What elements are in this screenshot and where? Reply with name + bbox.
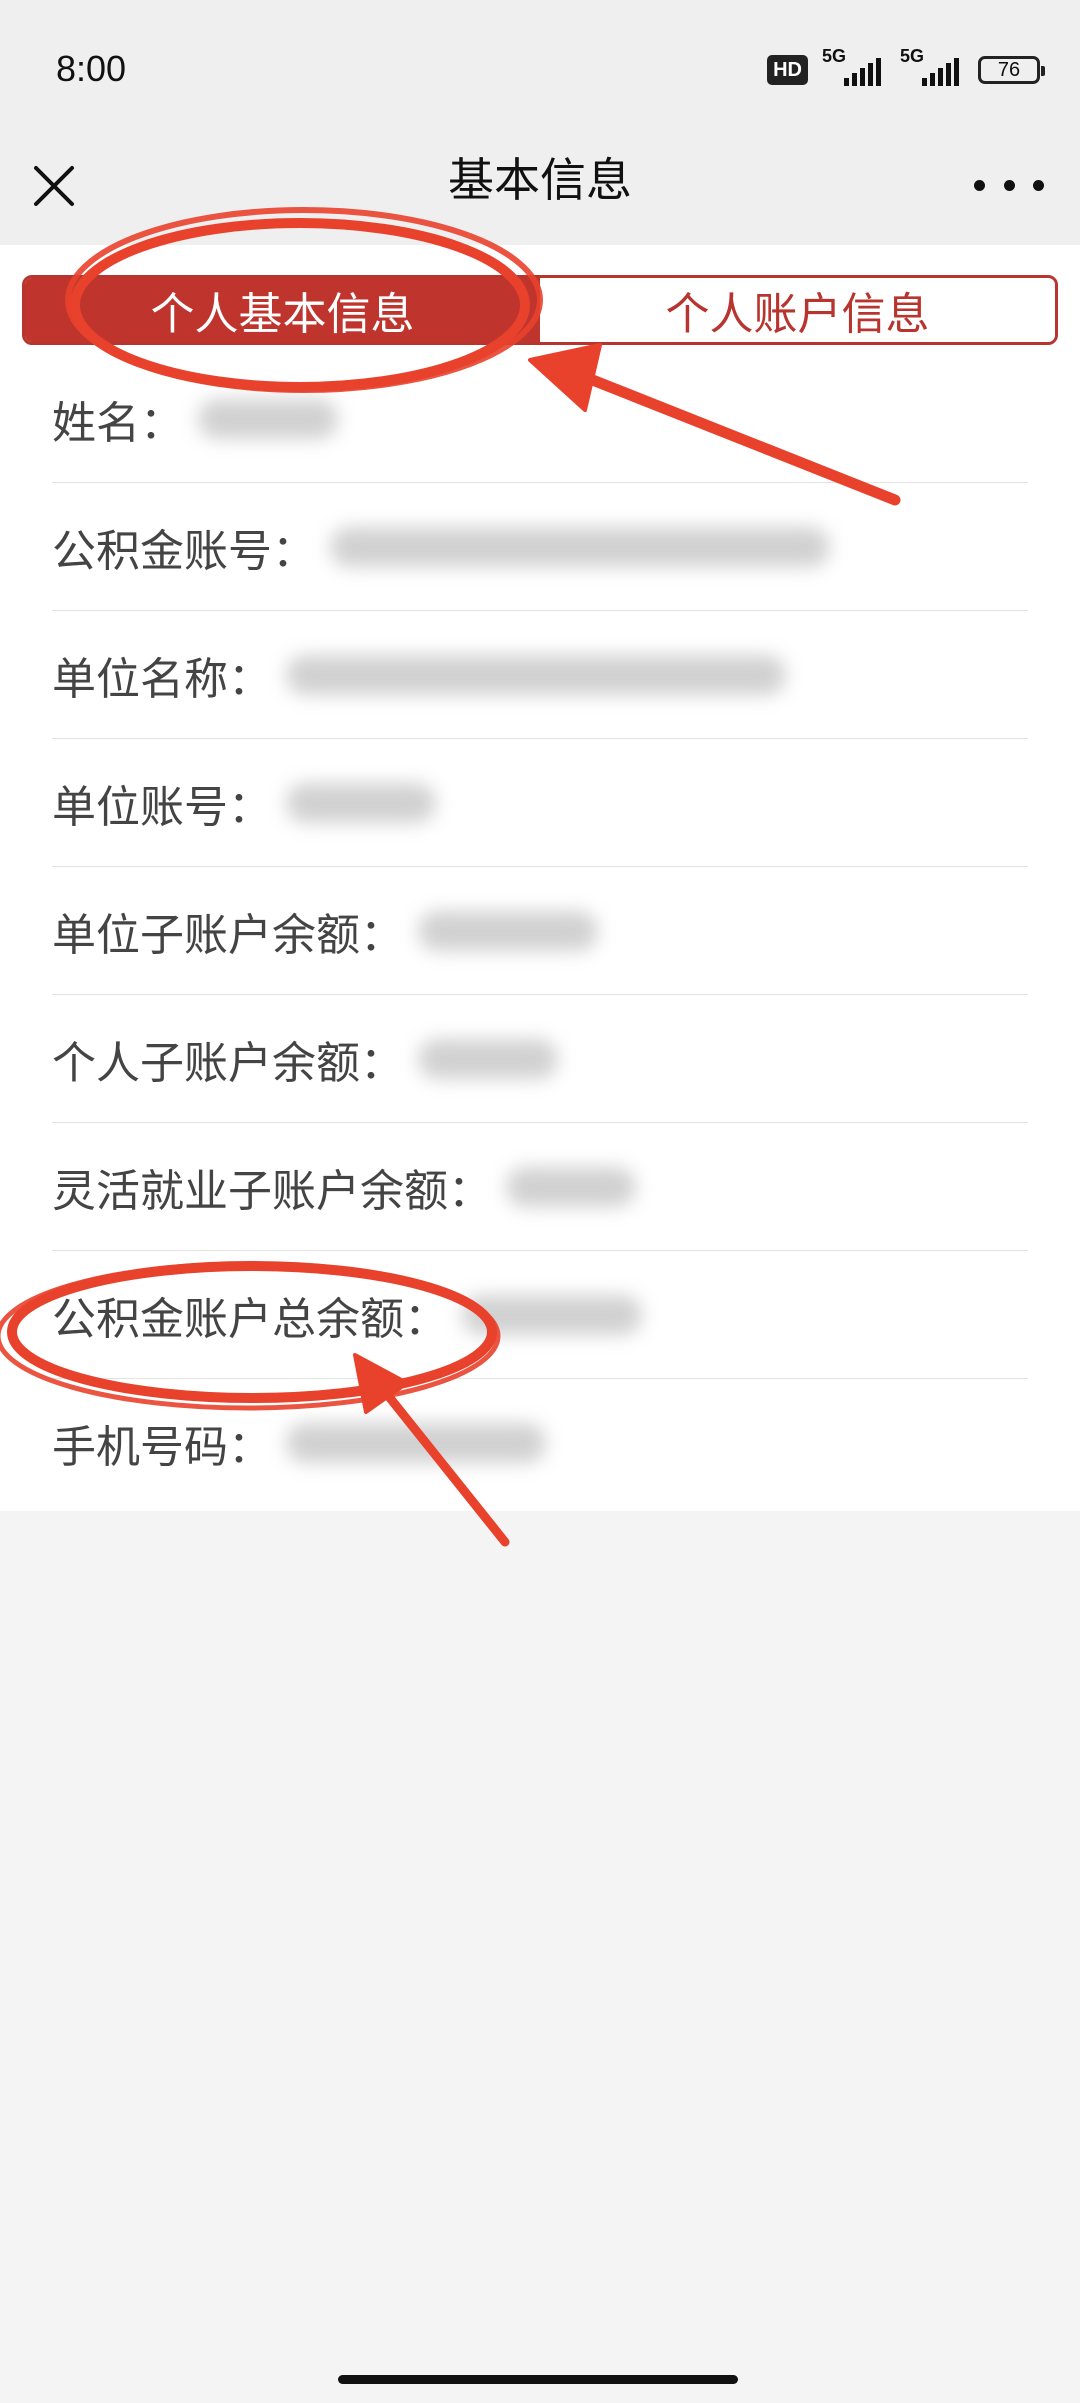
redacted-value — [506, 1166, 636, 1207]
tab-personal-account-info[interactable]: 个人账户信息 — [540, 278, 1055, 342]
cellular-signal-icon: 5G — [822, 46, 886, 88]
redacted-value — [330, 526, 830, 567]
info-label: 公积金账号： — [52, 525, 316, 577]
info-label: 单位名称： — [52, 653, 272, 705]
battery-icon: 76 — [978, 56, 1045, 84]
close-button[interactable] — [24, 156, 84, 216]
home-indicator[interactable] — [338, 2375, 738, 2384]
page-title: 基本信息 — [448, 153, 632, 207]
info-row-employer-subaccount-balance: 单位子账户余额： — [52, 867, 1028, 995]
info-row-name: 姓名： — [52, 355, 1028, 483]
tab-personal-basic-info[interactable]: 个人基本信息 — [25, 278, 540, 342]
status-icons: HD 5G 5G 76 — [767, 46, 1045, 88]
status-time: 8:00 — [56, 48, 127, 89]
redacted-value — [418, 1038, 558, 1079]
battery-level: 76 — [997, 58, 1021, 81]
network-type-label: 5G — [900, 46, 925, 66]
info-label: 单位账号： — [52, 781, 272, 833]
cellular-signal-icon: 5G — [900, 46, 964, 88]
info-row-fund-total-balance: 公积金账户总余额： — [52, 1251, 1028, 1379]
tab-area: 个人基本信息 个人账户信息 — [0, 245, 1080, 355]
redacted-value — [462, 1294, 642, 1335]
info-label: 手机号码： — [52, 1422, 272, 1473]
info-label: 灵活就业子账户余额： — [52, 1165, 492, 1217]
info-row-employer-account: 单位账号： — [52, 739, 1028, 867]
info-row-employer-name: 单位名称： — [52, 611, 1028, 739]
redacted-value — [286, 654, 786, 695]
close-icon — [34, 166, 74, 206]
info-row-personal-subaccount-balance: 个人子账户余额： — [52, 995, 1028, 1123]
info-list: 姓名： 公积金账号： 单位名称： 单位账号： 单位子账户余额： 个人子账户余额：… — [0, 355, 1080, 1511]
redacted-value — [198, 398, 338, 439]
redacted-value — [286, 782, 436, 823]
info-row-fund-account-number: 公积金账号： — [52, 483, 1028, 611]
hd-voice-icon: HD — [767, 55, 808, 85]
more-button[interactable] — [974, 160, 1044, 210]
info-label: 姓名： — [52, 397, 184, 449]
redacted-value — [286, 1423, 546, 1463]
more-icon — [974, 179, 985, 191]
nav-bar: 基本信息 — [0, 140, 1080, 245]
tab-bar: 个人基本信息 个人账户信息 — [22, 275, 1058, 345]
network-type-label: 5G — [822, 46, 847, 66]
status-bar: 8:00 HD 5G 5G 76 — [0, 0, 1080, 140]
info-row-flexible-employment-balance: 灵活就业子账户余额： — [52, 1123, 1028, 1251]
info-label: 公积金账户总余额： — [52, 1293, 448, 1345]
info-label: 单位子账户余额： — [52, 909, 404, 961]
info-row-phone-number: 手机号码： — [52, 1379, 1028, 1507]
redacted-value — [418, 910, 598, 951]
info-label: 个人子账户余额： — [52, 1037, 404, 1089]
